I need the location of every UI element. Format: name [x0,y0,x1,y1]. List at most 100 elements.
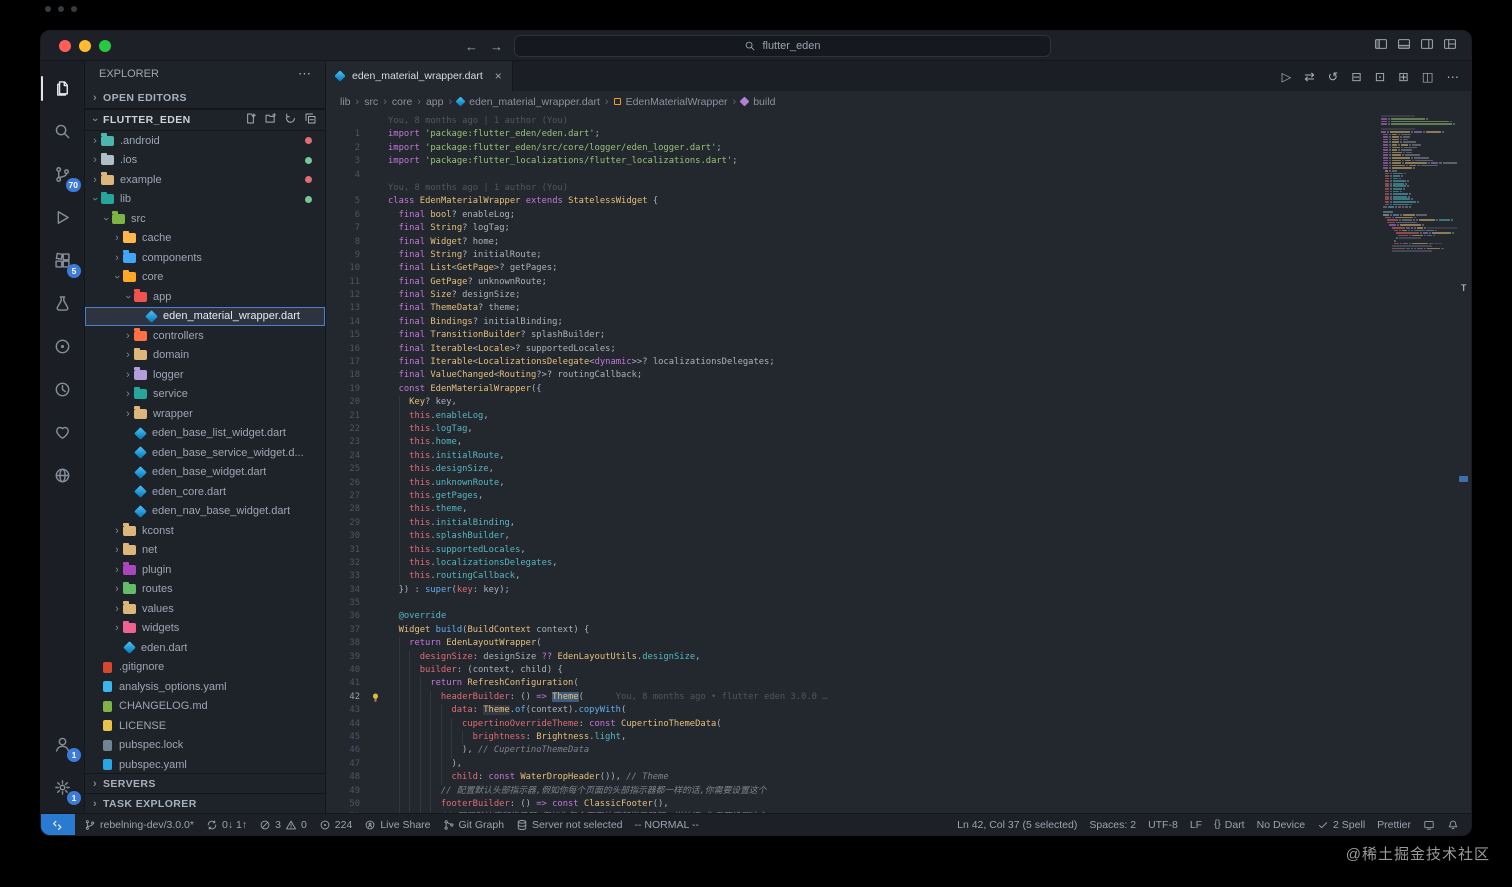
code-line-29[interactable]: 29 this.initialBinding, [326,517,1379,530]
tree-file-eden-core-dart[interactable]: eden_core.dart [85,482,325,502]
tree-folder-service[interactable]: › service [85,385,325,405]
new-file-button[interactable] [244,112,257,128]
line-number[interactable]: 26 [326,477,360,490]
toggle-panel-button[interactable] [1397,37,1411,56]
code-line-35[interactable]: 35 [326,597,1379,610]
code-line-43[interactable]: 43 data: Theme.of(context).copyWith( [326,704,1379,717]
line-number[interactable]: 28 [326,503,360,516]
status-indentation[interactable]: Spaces: 2 [1083,814,1142,835]
new-folder-button[interactable] [264,112,277,128]
line-number[interactable]: 6 [326,209,360,222]
tree-folder-lib[interactable]: › lib [85,190,325,210]
status-git-branch[interactable]: rebelning-dev/3.0.0* [78,814,200,835]
line-number[interactable]: 4 [326,169,360,182]
code-line-3[interactable]: 3 import 'package:flutter_localizations/f… [326,155,1379,168]
close-window-button[interactable] [59,40,71,52]
line-number[interactable]: 49 [326,785,360,798]
refresh-explorer-button[interactable] [284,112,297,128]
project-root-header[interactable]: › FLUTTER_EDEN [85,109,325,131]
line-number[interactable]: 33 [326,570,360,583]
run-and-debug-activity-button[interactable] [41,196,84,239]
line-number[interactable]: 10 [326,262,360,275]
tree-file-eden-base-widget-dart[interactable]: eden_base_widget.dart [85,463,325,483]
tree-file-eden-base-service-widget-d-[interactable]: eden_base_service_widget.d... [85,443,325,463]
line-number[interactable]: 45 [326,731,360,744]
tree-file--gitignore[interactable]: .gitignore [85,658,325,678]
line-number[interactable]: 22 [326,423,360,436]
code-editor[interactable]: You, 8 months ago | 1 author (You) 1 impor… [326,112,1379,813]
tree-file-eden-dart[interactable]: eden.dart [85,638,325,658]
line-number[interactable]: 14 [326,316,360,329]
line-number[interactable]: 16 [326,343,360,356]
code-line-7[interactable]: 7 final String? logTag; [326,222,1379,235]
breadcrumb-item[interactable]: build [753,96,775,108]
line-number[interactable]: 39 [326,651,360,664]
line-number[interactable]: 47 [326,758,360,771]
source-control-activity-button[interactable]: 70 [41,153,84,196]
line-number[interactable]: 44 [326,718,360,731]
line-number[interactable]: 15 [326,329,360,342]
code-line-21[interactable]: 21 this.enableLog, [326,410,1379,423]
breadcrumb-item[interactable]: app [426,96,444,108]
line-number[interactable]: 42 [326,691,360,704]
line-number[interactable]: 25 [326,463,360,476]
tree-folder-src[interactable]: › src [85,209,325,229]
code-line-24[interactable]: 24 this.initialRoute, [326,450,1379,463]
status-problems[interactable]: 30 [253,814,313,835]
code-line-11[interactable]: 11 final GetPage? unknownRoute; [326,276,1379,289]
code-line-13[interactable]: 13 final ThemeData? theme; [326,302,1379,315]
line-number[interactable]: 11 [326,276,360,289]
command-center-search[interactable]: flutter_eden [514,35,1051,57]
tree-folder-components[interactable]: › components [85,248,325,268]
breadcrumb-item[interactable]: lib [340,96,351,108]
breadcrumb-item[interactable]: eden_material_wrapper.dart [469,96,600,108]
servers-section[interactable]: › SERVERS [85,773,325,793]
views-more-button[interactable]: ⋯ [298,66,311,82]
tree-folder-core[interactable]: › core [85,268,325,288]
scrollbar[interactable]: T [1457,112,1471,813]
tree-folder-domain[interactable]: › domain [85,346,325,366]
line-number[interactable]: 5 [326,195,360,208]
status-flutter-device[interactable]: No Device [1251,814,1311,835]
code-line-10[interactable]: 10 final List<GetPage>? getPages; [326,262,1379,275]
code-line-27[interactable]: 27 this.getPages, [326,490,1379,503]
open-editors-section[interactable]: › OPEN EDITORS [85,87,325,109]
code-line-20[interactable]: 20 Key? key, [326,396,1379,409]
tree-folder-cache[interactable]: › cache [85,229,325,249]
line-number[interactable]: 36 [326,610,360,623]
settings-activity-button[interactable]: 1 [41,766,84,809]
status-notifications[interactable] [1441,814,1465,835]
line-number[interactable]: 2 [326,142,360,155]
code-line-2[interactable]: 2 import 'package:flutter_eden/src/core/l… [326,142,1379,155]
line-number[interactable]: 38 [326,637,360,650]
breadcrumb-item[interactable]: core [392,96,412,108]
line-number[interactable]: 23 [326,436,360,449]
status-eol-selector[interactable]: LF [1184,814,1208,835]
code-line-19[interactable]: 19 const EdenMaterialWrapper({ [326,383,1379,396]
line-number[interactable]: 30 [326,530,360,543]
tree-folder-values[interactable]: › values [85,599,325,619]
code-line-23[interactable]: 23 this.home, [326,436,1379,449]
collapse-folders-button[interactable] [304,112,317,128]
line-number[interactable]: 37 [326,624,360,637]
tree-folder-wrapper[interactable]: › wrapper [85,404,325,424]
code-line-32[interactable]: 32 this.localizationsDelegates, [326,557,1379,570]
minimize-window-button[interactable] [79,40,91,52]
code-line-47[interactable]: 47), [326,758,1379,771]
status-cursor-position[interactable]: Ln 42, Col 37 (5 selected) [951,814,1083,835]
tree-folder-app[interactable]: › app [85,287,325,307]
tree-folder-net[interactable]: › net [85,541,325,561]
line-number[interactable]: 24 [326,450,360,463]
tree-folder-controllers[interactable]: › controllers [85,326,325,346]
code-line-31[interactable]: 31 this.supportedLocales, [326,544,1379,557]
code-line-12[interactable]: 12 final Size? designSize; [326,289,1379,302]
status-counter[interactable]: 224 [313,814,359,835]
layout-button[interactable]: ⊞ [1398,69,1408,84]
titlebar[interactable]: ← → flutter_eden [41,31,1471,61]
line-number[interactable]: 41 [326,677,360,690]
code-line-15[interactable]: 15 final TransitionBuilder? splashBuilder… [326,329,1379,342]
line-number[interactable]: 20 [326,396,360,409]
status-sync-changes[interactable]: 0↓ 1↑ [200,814,253,835]
status-vim-mode[interactable]: -- NORMAL -- [629,814,705,835]
tree-file-eden-base-list-widget-dart[interactable]: eden_base_list_widget.dart [85,424,325,444]
